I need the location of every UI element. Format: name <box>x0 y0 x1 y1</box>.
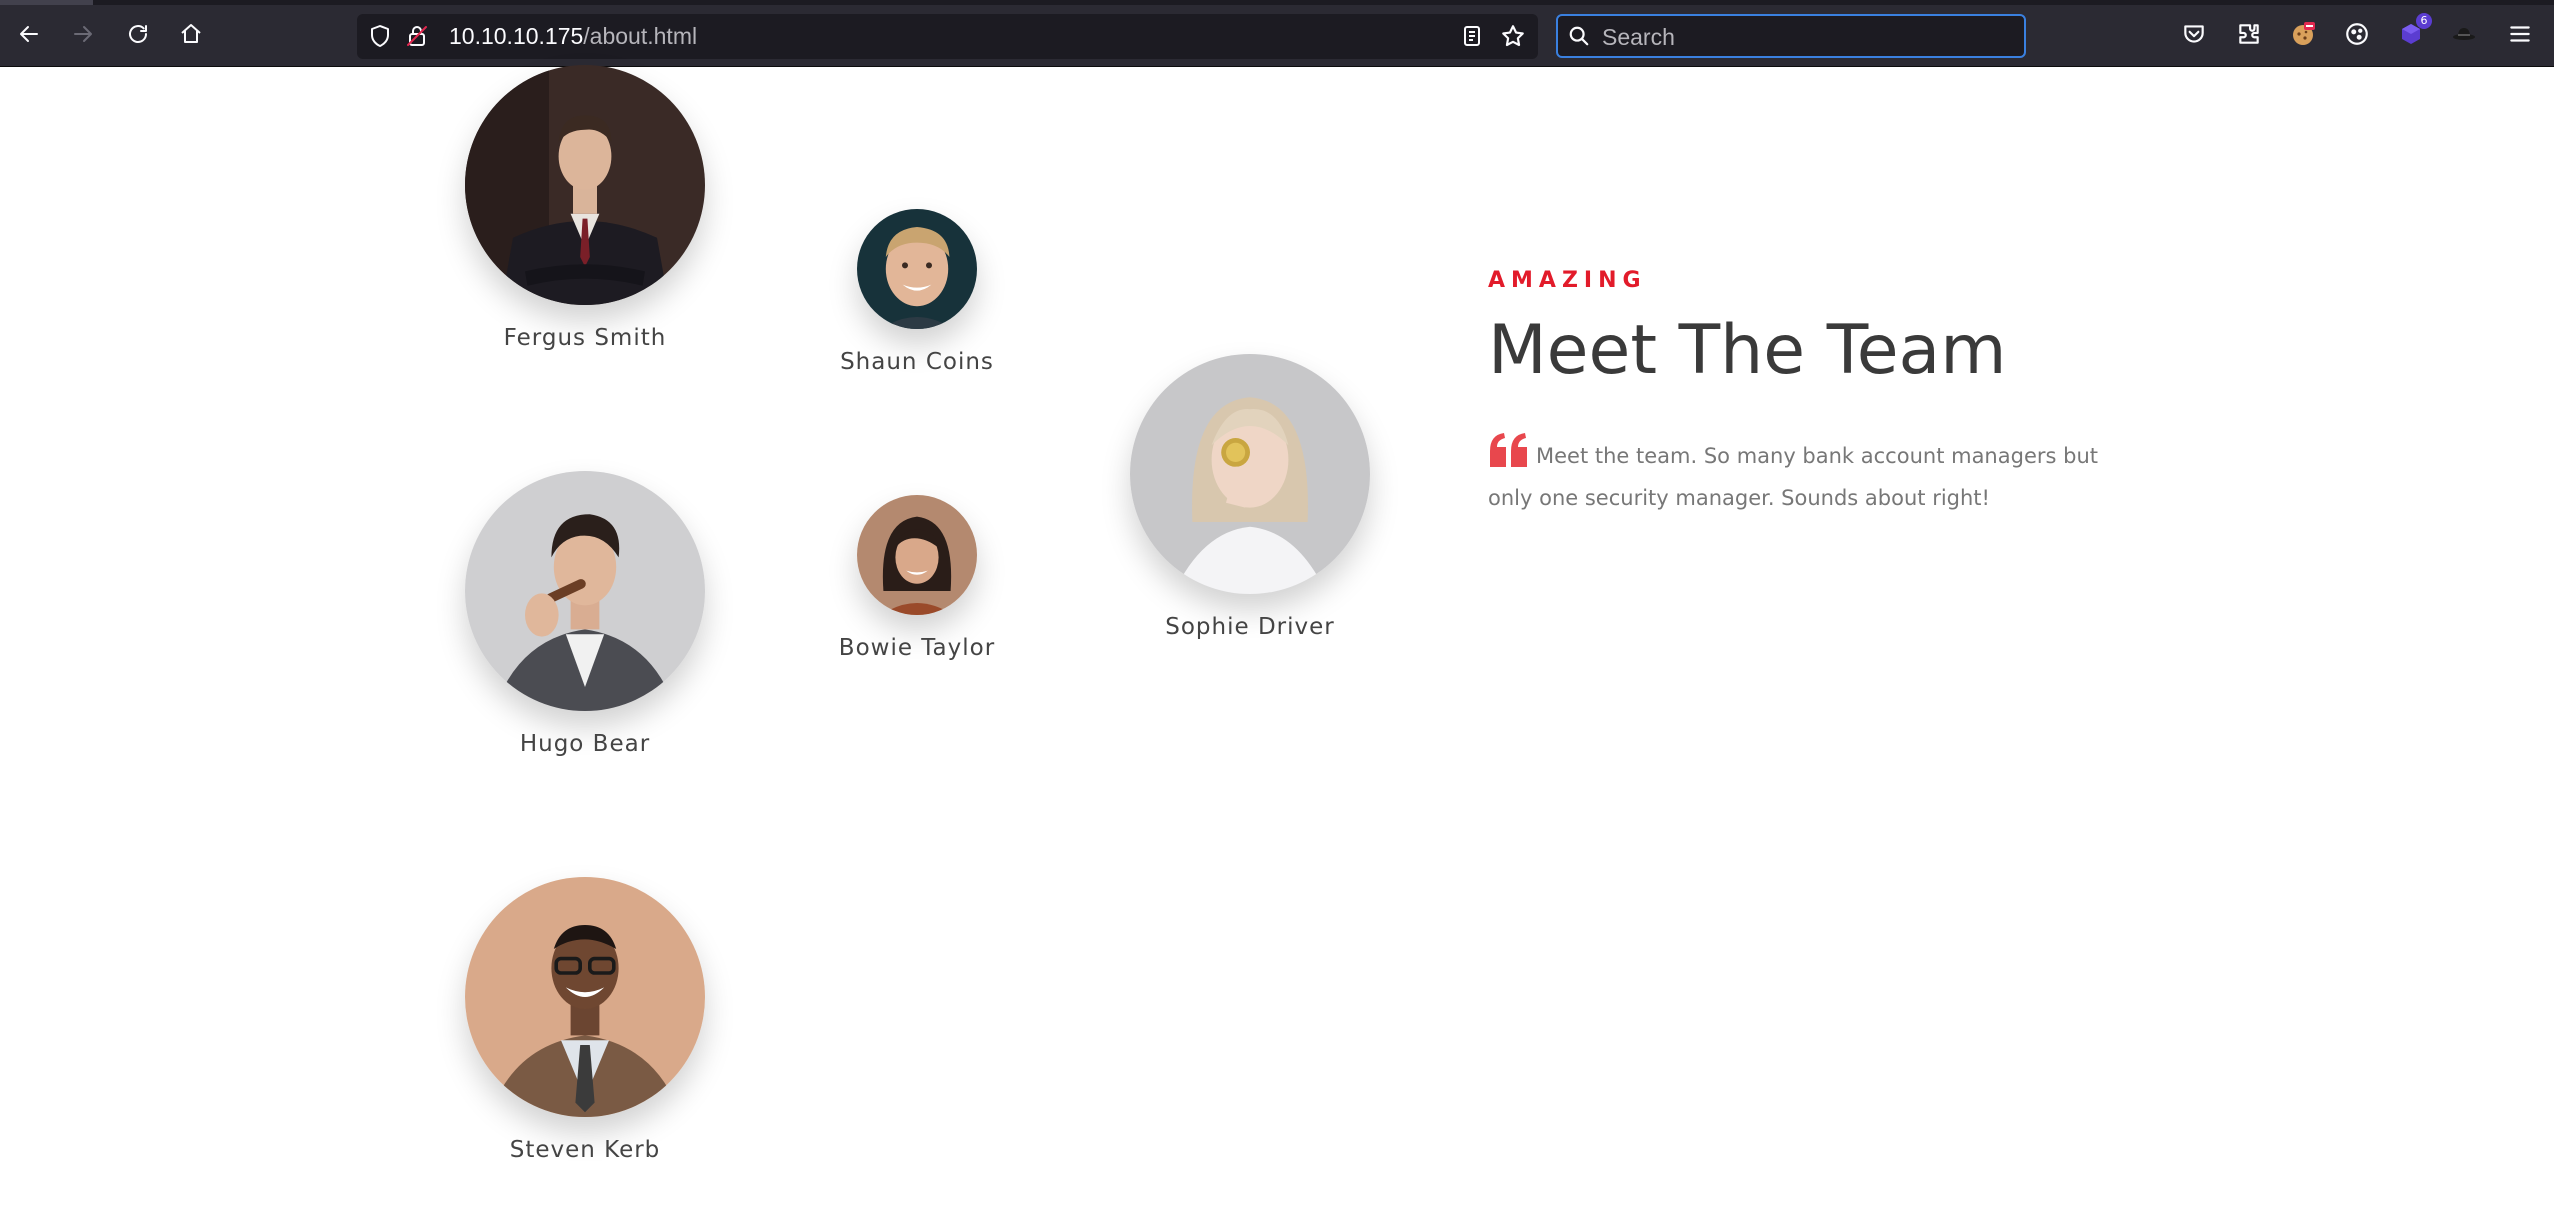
team-member-card: Steven Kerb <box>445 877 725 1163</box>
menu-hamburger-icon[interactable] <box>2505 19 2535 49</box>
team-member-card: Shaun Coins <box>777 209 1057 375</box>
reload-icon <box>129 25 147 43</box>
team-member-card: Fergus Smith <box>445 65 725 351</box>
bookmark-star-icon[interactable] <box>1500 23 1526 49</box>
search-input[interactable] <box>1600 20 2014 54</box>
back-button[interactable] <box>12 17 46 51</box>
avatar <box>1130 354 1370 594</box>
page-title: Meet The Team <box>1488 311 2007 390</box>
avatar <box>857 209 977 329</box>
member-name: Sophie Driver <box>1165 614 1335 640</box>
forward-arrow-icon <box>74 26 92 42</box>
incognito-hat-icon[interactable] <box>2449 19 2479 49</box>
home-icon <box>181 24 201 43</box>
team-description-text: Meet the team. So many bank account mana… <box>1488 444 2098 510</box>
home-button[interactable] <box>174 17 208 51</box>
url-host: 10.10.10.175 <box>449 23 584 49</box>
team-intro: AMAZING Meet The Team Meet the team. So … <box>1488 268 2128 519</box>
url-text[interactable]: 10.10.10.175/about.html <box>449 24 697 49</box>
hackbar-extension-icon[interactable]: 6 <box>2396 13 2432 49</box>
search-icon <box>1568 25 1590 47</box>
forward-button[interactable] <box>66 17 100 51</box>
about-page: Fergus Smith Shaun Coins Sophie Driver H… <box>0 65 2554 1227</box>
member-name: Fergus Smith <box>503 325 667 351</box>
search-bar[interactable] <box>1556 14 2026 58</box>
cookie-extension-icon[interactable] <box>2288 19 2318 49</box>
cookie-manager-icon[interactable] <box>2342 19 2372 49</box>
reader-view-icon[interactable] <box>1460 24 1484 48</box>
avatar <box>857 495 977 615</box>
avatar <box>465 471 705 711</box>
active-tab-indicator[interactable] <box>0 0 93 5</box>
member-name: Steven Kerb <box>509 1137 661 1163</box>
team-description: Meet the team. So many bank account mana… <box>1488 431 2128 519</box>
back-arrow-icon <box>20 26 38 42</box>
browser-toolbar: 10.10.10.175/about.html 6 <box>0 0 2554 67</box>
team-member-card: Hugo Bear <box>445 471 725 757</box>
avatar <box>465 877 705 1117</box>
member-name: Bowie Taylor <box>838 635 996 661</box>
tab-strip <box>0 0 2554 5</box>
member-name: Shaun Coins <box>840 349 994 375</box>
team-member-card: Bowie Taylor <box>777 495 1057 661</box>
avatar <box>465 65 705 305</box>
tracking-protection-shield-icon[interactable] <box>368 24 392 48</box>
url-path: /about.html <box>583 23 698 49</box>
insecure-lock-icon[interactable] <box>405 24 429 48</box>
section-eyebrow: AMAZING <box>1488 268 1647 293</box>
reload-button[interactable] <box>121 17 155 51</box>
pocket-icon[interactable] <box>2179 19 2209 49</box>
address-bar[interactable]: 10.10.10.175/about.html <box>357 14 1538 59</box>
member-name: Hugo Bear <box>519 731 651 757</box>
extension-badge: 6 <box>2416 13 2432 29</box>
extensions-puzzle-icon[interactable] <box>2234 19 2264 49</box>
quote-left-icon <box>1488 431 1530 469</box>
team-member-card: Sophie Driver <box>1110 354 1390 640</box>
